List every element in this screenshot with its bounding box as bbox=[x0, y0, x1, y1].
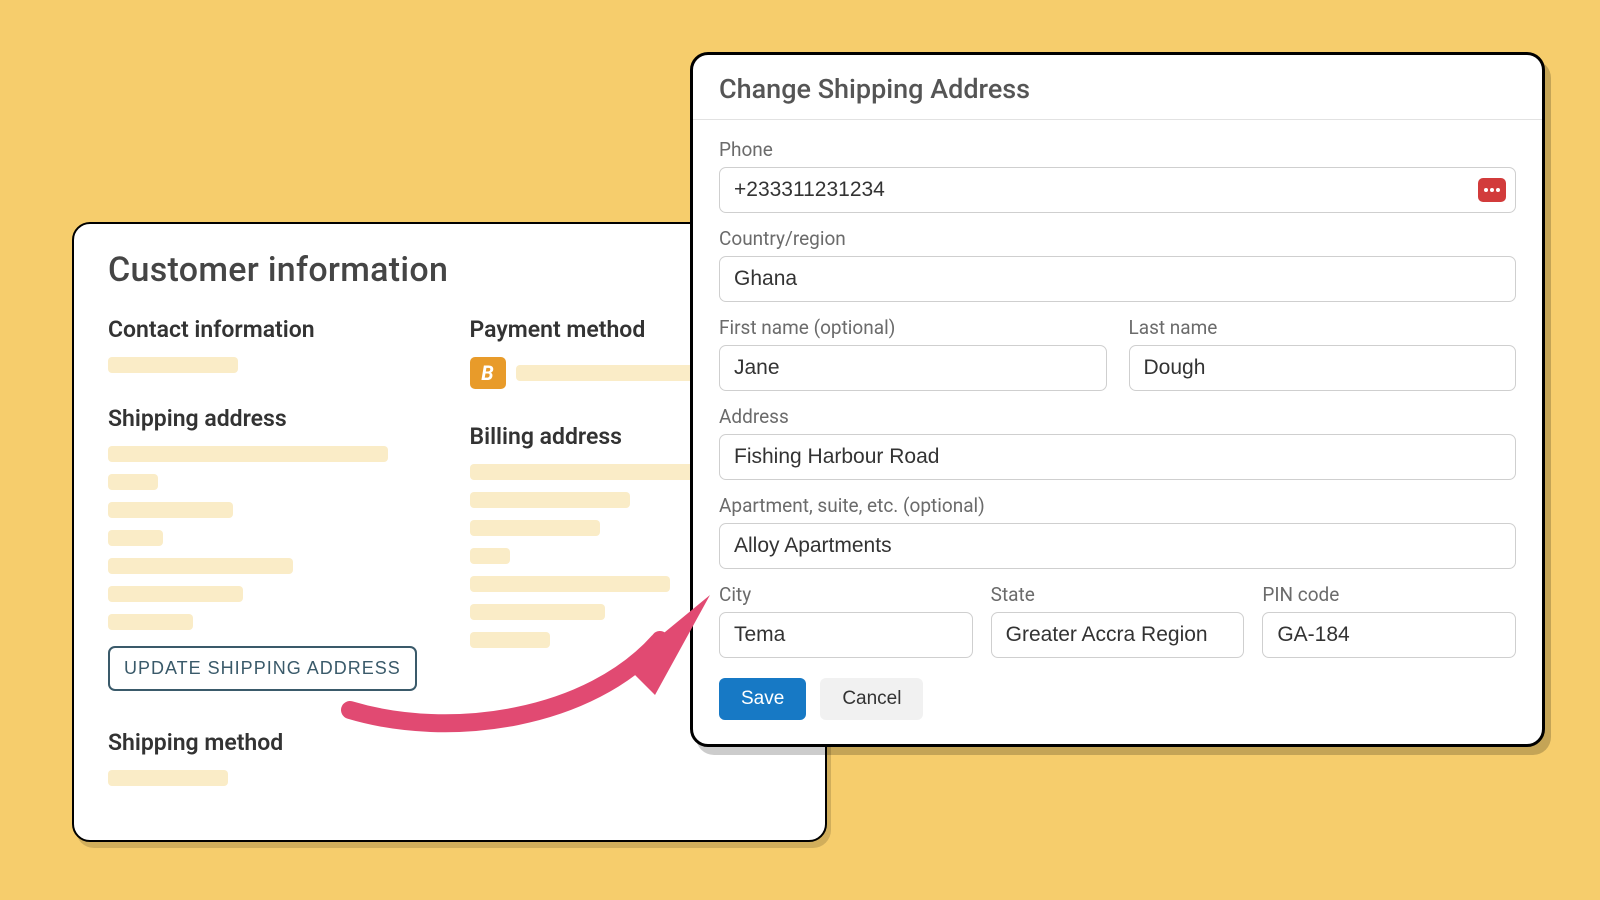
placeholder-line bbox=[108, 446, 388, 462]
phone-input[interactable] bbox=[719, 167, 1516, 213]
pin-label: PIN code bbox=[1262, 583, 1516, 606]
placeholder-line bbox=[108, 474, 158, 490]
placeholder-line bbox=[108, 502, 233, 518]
placeholder-line bbox=[516, 365, 716, 381]
placeholder-line bbox=[108, 530, 163, 546]
placeholder-line bbox=[108, 357, 238, 373]
last-name-input[interactable] bbox=[1129, 345, 1517, 391]
placeholder-line bbox=[470, 632, 550, 648]
placeholder-line bbox=[108, 770, 228, 786]
pin-input[interactable] bbox=[1262, 612, 1516, 658]
update-shipping-address-button[interactable]: UPDATE SHIPPING ADDRESS bbox=[108, 646, 417, 691]
city-input[interactable] bbox=[719, 612, 973, 658]
contact-info-heading: Contact information bbox=[108, 316, 430, 343]
shipping-method-heading: Shipping method bbox=[108, 729, 430, 756]
country-input[interactable] bbox=[719, 256, 1516, 302]
placeholder-line bbox=[470, 492, 630, 508]
apartment-label: Apartment, suite, etc. (optional) bbox=[719, 494, 1516, 517]
cancel-button[interactable]: Cancel bbox=[820, 678, 923, 720]
placeholder-line bbox=[470, 520, 600, 536]
modal-title: Change Shipping Address bbox=[719, 73, 1516, 105]
shipping-address-heading: Shipping address bbox=[108, 405, 430, 432]
placeholder-line bbox=[470, 576, 670, 592]
apartment-input[interactable] bbox=[719, 523, 1516, 569]
phone-more-icon[interactable] bbox=[1478, 178, 1506, 202]
last-name-label: Last name bbox=[1129, 316, 1517, 339]
save-button[interactable]: Save bbox=[719, 678, 806, 720]
change-shipping-address-modal: Change Shipping Address Phone Country/re… bbox=[690, 52, 1545, 747]
state-input[interactable] bbox=[991, 612, 1245, 658]
placeholder-line bbox=[470, 548, 510, 564]
city-label: City bbox=[719, 583, 973, 606]
card-title: Customer information bbox=[108, 250, 791, 290]
placeholder-line bbox=[108, 586, 243, 602]
country-label: Country/region bbox=[719, 227, 1516, 250]
first-name-input[interactable] bbox=[719, 345, 1107, 391]
address-input[interactable] bbox=[719, 434, 1516, 480]
placeholder-line bbox=[470, 604, 605, 620]
placeholder-line bbox=[108, 614, 193, 630]
address-label: Address bbox=[719, 405, 1516, 428]
state-label: State bbox=[991, 583, 1245, 606]
placeholder-line bbox=[108, 558, 293, 574]
first-name-label: First name (optional) bbox=[719, 316, 1107, 339]
phone-label: Phone bbox=[719, 138, 1516, 161]
payment-badge-icon: B bbox=[470, 357, 506, 389]
